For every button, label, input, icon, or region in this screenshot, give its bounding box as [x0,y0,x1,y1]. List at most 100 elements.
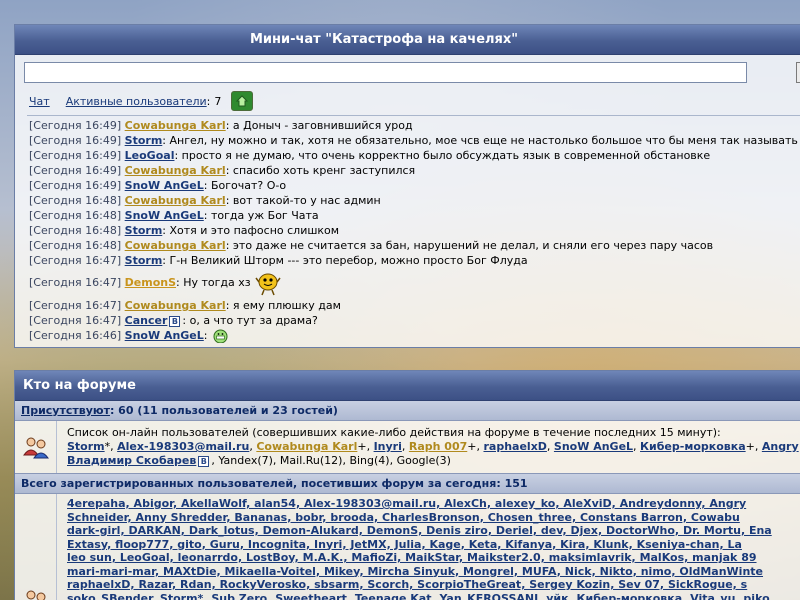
message-timestamp: [Сегодня 16:49] [29,164,122,177]
users-line[interactable]: leo sun, LeoGoal, leonarrdo, LostBoy, M.… [67,551,772,565]
message-author[interactable]: Cowabunga Karl [125,239,226,252]
message-text: : Г-н Великий Шторм --- это перебор, мож… [162,254,528,267]
chat-tab-link[interactable]: Чат [29,95,50,108]
online-user-link[interactable]: Alex-198303@mail.ru [117,440,249,453]
chat-message: [Сегодня 16:48] SnoW AnGeL: тогда уж Бог… [29,208,800,223]
online-user-link[interactable]: Cowabunga Karl [256,440,357,453]
online-user-suffix: , [401,440,409,453]
chat-message: [Сегодня 16:48] Cowabunga Karl: это даже… [29,238,800,253]
online-user-link[interactable]: Inyri [374,440,402,453]
message-author[interactable]: Cancer [125,314,168,327]
chat-message: [Сегодня 16:49] LeoGoal: просто я не дум… [29,148,800,163]
online-user-link[interactable]: Angry [762,440,799,453]
message-author[interactable]: LeoGoal [125,149,175,162]
who-online-panel: Кто на форуме Присутствуют : 60 (11 поль… [14,370,800,600]
message-text: : Ну тогда хз [176,276,251,289]
message-author[interactable]: Cowabunga Karl [125,299,226,312]
message-author[interactable]: Cowabunga Karl [125,194,226,207]
online-user-link[interactable]: raphaelxD [483,440,546,453]
chat-message: [Сегодня 16:47] DemonS: Ну тогда хз [29,268,800,298]
chat-message: [Сегодня 16:49] SnoW AnGeL: Богочат? О-о [29,178,800,193]
message-timestamp: [Сегодня 16:47] [29,276,122,289]
chat-message: [Сегодня 16:48] Storm: Хотя и это пафосн… [29,223,800,238]
present-bar: Присутствуют : 60 (11 пользователей и 23… [15,401,800,421]
mini-chat-panel: Мини-чат "Катастрофа на качелях" Чат Акт… [14,24,800,348]
message-text: : просто я не думаю, что очень корректно… [174,149,711,162]
online-user-link[interactable]: Кибер-морковка [640,440,746,453]
message-text: : вот такой-то у нас админ [225,194,381,207]
grin-smiley-icon [213,329,228,343]
message-timestamp: [Сегодня 16:47] [29,314,122,327]
total-visitors-bar: Всего зарегистрированных пользователей, … [15,474,800,494]
active-users-link[interactable]: Активные пользователи [66,95,207,108]
present-link[interactable]: Присутствуют [21,404,110,417]
message-text: : о, а что тут за драма? [182,314,318,327]
chat-title: Мини-чат "Катастрофа на качелях" [15,25,800,55]
users-line[interactable]: mari-mari-mar, MAXtDie, Mikaella-Voitel,… [67,565,772,579]
dancing-smiley-icon [255,270,281,296]
online-user-link[interactable]: Storm [67,440,105,453]
chat-message: [Сегодня 16:49] Cowabunga Karl: спасибо … [29,163,800,178]
message-author[interactable]: Cowabunga Karl [125,119,226,132]
message-timestamp: [Сегодня 16:49] [29,179,122,192]
chat-message-input[interactable] [24,62,747,83]
chat-message: [Сегодня 16:47] Storm: Г-н Великий Шторм… [29,253,800,268]
send-button[interactable] [796,62,800,83]
message-text: : [203,329,208,342]
message-text: : Ангел, ну можно и так, хотя не обязате… [162,134,798,147]
online-intro: Список он-лайн пользователей (совершивши… [67,426,721,439]
message-author[interactable]: DemonS [125,268,176,298]
profile-badge-icon[interactable]: B [198,455,210,467]
active-users-sep: : [206,94,211,108]
chat-message: [Сегодня 16:47] Cowabunga Karl: я ему пл… [29,298,800,313]
online-user-link[interactable]: Raph 007 [409,440,467,453]
message-author[interactable]: SnoW AnGeL [125,329,204,342]
message-author[interactable]: Storm [125,224,163,237]
chat-messages: [Сегодня 16:49] Cowabunga Karl: а Доныч … [27,115,800,343]
active-users-count: 7 [214,94,222,108]
online-user-link[interactable]: Владимир Скобарев [67,454,196,467]
chat-message: [Сегодня 16:46] SnoW AnGeL: [29,328,800,343]
users-line[interactable]: soko_SBender, Storm*, Sub Zero, Sweethea… [67,592,772,600]
online-user-suffix: *, [104,440,118,453]
message-timestamp: [Сегодня 16:47] [29,254,122,267]
message-text: : это даже не считается за бан, нарушени… [225,239,714,252]
message-timestamp: [Сегодня 16:49] [29,149,122,162]
users-line[interactable]: Schneider, Anny Shredder, Bananas, bobr,… [67,511,772,525]
message-timestamp: [Сегодня 16:47] [29,299,122,312]
online-user-suffix: +, [745,440,762,453]
present-count: : 60 (11 пользователей и 23 гостей) [109,404,338,417]
users-line[interactable]: raphaelxD, Razar, Rdan, RockyVerosko, sb… [67,578,772,592]
online-users-line: Владимир Скобарев B, Yandex(7), Mail.Ru(1… [67,454,799,468]
message-author[interactable]: Cowabunga Karl [125,164,226,177]
message-author[interactable]: Storm [125,134,163,147]
chat-message: [Сегодня 16:49] Cowabunga Karl: а Доныч … [29,118,800,133]
message-author[interactable]: SnoW AnGeL [125,179,204,192]
message-text: : а Доныч - заговнившийся урод [225,119,413,132]
online-user-suffix: , [546,440,554,453]
online-user-suffix: +, [357,440,374,453]
online-bots-text: , Yandex(7), Mail.Ru(12), Bing(4), Googl… [211,454,451,467]
users-line[interactable]: Extasy, floop777, gito, Guru, Incognita,… [67,538,772,552]
users-line[interactable]: dark-girl, DARKAN, Dark_lotus, Demon-Alu… [67,524,772,538]
profile-badge-icon[interactable]: B [169,315,181,327]
today-users-block: 4erepaha, Abigor, AkellaWolf, alan54, Al… [15,494,800,600]
message-timestamp: [Сегодня 16:49] [29,119,122,132]
message-text: : я ему плюшку дам [225,299,341,312]
chat-message: [Сегодня 16:48] Cowabunga Karl: вот тако… [29,193,800,208]
users-group-icon [15,421,57,473]
chat-input-row [15,55,800,83]
message-text: : спасибо хоть кренг заступился [225,164,416,177]
today-users-list: 4erepaha, Abigor, AkellaWolf, alan54, Al… [57,494,772,600]
message-author[interactable]: SnoW AnGeL [125,209,204,222]
message-text: : Богочат? О-о [203,179,287,192]
online-user-link[interactable]: SnoW AnGeL [554,440,633,453]
message-author[interactable]: Storm [125,254,163,267]
users-line[interactable]: 4erepaha, Abigor, AkellaWolf, alan54, Al… [67,497,772,511]
refresh-icon[interactable] [231,91,254,111]
chat-message: [Сегодня 16:47] Cancer B: о, а что тут за… [29,313,800,328]
message-timestamp: [Сегодня 16:48] [29,194,122,207]
message-timestamp: [Сегодня 16:48] [29,209,122,222]
chat-message: [Сегодня 16:49] Storm: Ангел, ну можно и… [29,133,800,148]
online-users-line: Storm*, Alex-198303@mail.ru, Cowabunga K… [67,440,799,454]
